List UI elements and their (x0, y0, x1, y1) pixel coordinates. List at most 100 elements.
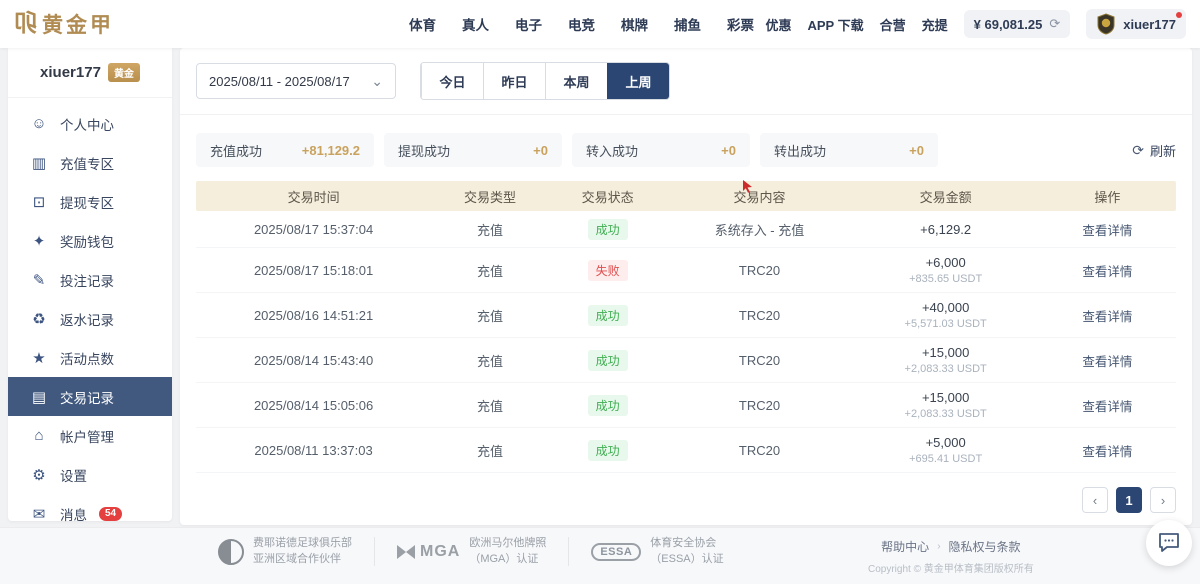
col-header-content: 交易内容 (666, 187, 852, 206)
sidebar-item[interactable]: ✦ 奖励钱包 (8, 221, 172, 260)
summary-label: 充值成功 (210, 141, 262, 160)
cell-type: 充值 (431, 396, 549, 415)
sidebar-item-label: 个人中心 (60, 114, 114, 134)
view-details-link[interactable]: 查看详情 (1082, 224, 1132, 238)
refresh-icon: ⟳ (1132, 142, 1144, 159)
sidebar-item[interactable]: ▥ 充值专区 (8, 143, 172, 182)
top-nav-item[interactable]: 电竞 (568, 14, 595, 34)
username-label: xiuer177 (1123, 17, 1176, 32)
summary-value: +0 (909, 143, 924, 158)
unread-count-badge: 54 (99, 507, 122, 521)
quick-link[interactable]: APP 下载 (808, 15, 864, 34)
cell-content: 系统存入 - 充值 (666, 220, 852, 239)
col-header-status: 交易状态 (549, 187, 667, 206)
top-nav-item[interactable]: 体育 (409, 14, 436, 34)
sidebar-item[interactable]: ⊡ 提现专区 (8, 182, 172, 221)
top-nav-item[interactable]: 电子 (515, 14, 542, 34)
chat-bubble-icon (1157, 532, 1181, 554)
top-bar: 卯 黄金甲 体育 真人 电子 电竞 棋牌 捕鱼 彩票 优惠 APP 下载合营充提 ¥ 69,0… (0, 0, 1200, 48)
period-tab[interactable]: 昨日 (483, 63, 545, 99)
refresh-button[interactable]: ⟳ 刷新 (1132, 141, 1176, 160)
refresh-label: 刷新 (1150, 141, 1176, 160)
transaction-records-panel: 2025/08/11 - 2025/08/17 ⌄ 今日昨日本周上周 充值成功 … (180, 48, 1192, 525)
amount-main: +6,000 (853, 255, 1039, 270)
quick-link[interactable]: 合营 (880, 15, 906, 34)
partner-line2: 亚洲区域合作伙伴 (253, 553, 352, 566)
table-row: 2025/08/11 13:37:03 充值 成功 TRC20 +5,000 +… (196, 428, 1176, 473)
cell-type: 充值 (431, 441, 549, 460)
cell-action: 查看详情 (1039, 220, 1176, 239)
amount-main: +15,000 (853, 390, 1039, 405)
view-details-link[interactable]: 查看详情 (1082, 355, 1132, 369)
sidebar-item[interactable]: ♻ 返水记录 (8, 299, 172, 338)
sidebar-item-icon: ▥ (30, 154, 48, 172)
brand-logo[interactable]: 卯 黄金甲 (14, 9, 114, 39)
sidebar-item-label: 设置 (60, 465, 87, 485)
status-badge: 成功 (588, 395, 628, 416)
amount-usdt: +2,083.33 USDT (853, 408, 1039, 420)
summary-label: 转入成功 (586, 141, 638, 160)
col-header-type: 交易类型 (431, 187, 549, 206)
prev-page-button[interactable]: ‹ (1082, 487, 1108, 513)
sidebar-item[interactable]: ▤ 交易记录 (8, 377, 172, 416)
period-tab[interactable]: 今日 (421, 63, 483, 99)
view-details-link[interactable]: 查看详情 (1082, 445, 1132, 459)
date-range-value: 2025/08/11 - 2025/08/17 (209, 74, 350, 89)
sidebar-item-icon: ⊡ (30, 193, 48, 211)
amount-main: +15,000 (853, 345, 1039, 360)
sidebar-menu: ☺ 个人中心 ▥ 充值专区 ⊡ 提现专区 ✦ (8, 98, 172, 539)
cell-action: 查看详情 (1039, 396, 1176, 415)
cell-content: TRC20 (666, 308, 852, 323)
partner-line1: 体育安全协会 (650, 537, 723, 550)
top-nav-item[interactable]: 捕鱼 (674, 14, 701, 34)
sidebar-item[interactable]: ⚙ 设置 (8, 455, 172, 494)
top-nav-item[interactable]: 真人 (462, 14, 489, 34)
live-chat-button[interactable] (1146, 520, 1192, 566)
summary-pill: 转出成功 +0 (760, 133, 938, 167)
amount-usdt: +2,083.33 USDT (853, 363, 1039, 375)
quick-link[interactable]: 充提 (922, 15, 948, 34)
cell-content: TRC20 (666, 263, 852, 278)
view-details-link[interactable]: 查看详情 (1082, 265, 1132, 279)
sidebar-item[interactable]: ⌂ 帐户管理 (8, 416, 172, 455)
brand-logo-text: 黄金甲 (42, 9, 114, 39)
period-tab[interactable]: 上周 (607, 63, 669, 99)
page-1-button[interactable]: 1 (1116, 487, 1142, 513)
summary-label: 提现成功 (398, 141, 450, 160)
col-header-amount: 交易金额 (853, 187, 1039, 206)
privacy-terms-link[interactable]: 隐私权与条款 (949, 538, 1021, 555)
amount-usdt: +835.65 USDT (853, 273, 1039, 285)
view-details-link[interactable]: 查看详情 (1082, 310, 1132, 324)
sidebar-item[interactable]: ☺ 个人中心 (8, 104, 172, 143)
user-menu[interactable]: xiuer177 (1086, 9, 1186, 39)
balance-refresh-icon[interactable]: ⟳ (1049, 16, 1060, 32)
sidebar-item-icon: ★ (30, 349, 48, 367)
top-nav-item[interactable]: 彩票 (727, 14, 754, 34)
period-tab[interactable]: 本周 (545, 63, 607, 99)
balance-pill[interactable]: ¥ 69,081.25 ⟳ (964, 10, 1071, 38)
table-row: 2025/08/17 15:37:04 充值 成功 系统存入 - 充值 +6,1… (196, 211, 1176, 248)
cell-amount: +15,000 +2,083.33 USDT (853, 345, 1039, 375)
cell-time: 2025/08/14 15:05:06 (196, 398, 431, 413)
sidebar-item[interactable]: ✎ 投注记录 (8, 260, 172, 299)
top-nav-item[interactable]: 棋牌 (621, 14, 648, 34)
date-range-select[interactable]: 2025/08/11 - 2025/08/17 ⌄ (196, 63, 396, 99)
next-page-button[interactable]: › (1150, 487, 1176, 513)
amount-main: +40,000 (853, 300, 1039, 315)
notification-dot (1176, 12, 1182, 18)
sidebar-item-label: 帐户管理 (60, 426, 114, 446)
sidebar-item-label: 奖励钱包 (60, 231, 114, 251)
view-details-link[interactable]: 查看详情 (1082, 400, 1132, 414)
table-row: 2025/08/14 15:43:40 充值 成功 TRC20 +15,000 … (196, 338, 1176, 383)
quick-link[interactable]: 优惠 (765, 15, 791, 34)
top-right-area: 优惠 APP 下载合营充提 ¥ 69,081.25 ⟳ xiuer177 (765, 9, 1186, 39)
partner-line1: 费耶诺德足球俱乐部 (253, 537, 352, 550)
chevron-down-icon: ⌄ (371, 73, 383, 90)
cell-type: 充值 (431, 351, 549, 370)
table-row: 2025/08/17 15:18:01 充值 失败 TRC20 +6,000 +… (196, 248, 1176, 293)
summary-value: +0 (721, 143, 736, 158)
help-center-link[interactable]: 帮助中心 (881, 538, 929, 555)
copyright-text: Copyright © 黄金甲体育集团版权所有 (868, 560, 1034, 575)
partner-logo-icon: ESSA (591, 543, 641, 561)
sidebar-item[interactable]: ★ 活动点数 (8, 338, 172, 377)
